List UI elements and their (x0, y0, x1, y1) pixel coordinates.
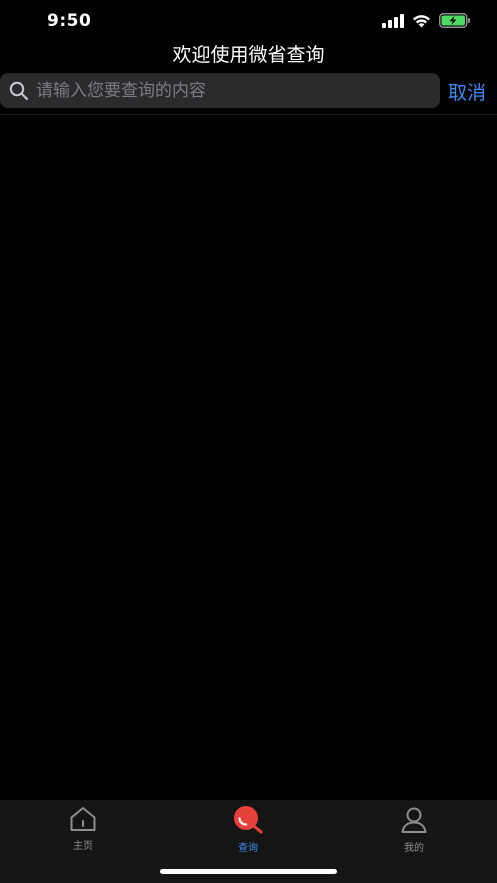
tab-query-label: 查询 (238, 843, 258, 854)
search-bar[interactable] (0, 73, 440, 108)
tab-profile-label: 我的 (404, 843, 424, 854)
profile-icon (399, 806, 429, 834)
search-icon (8, 80, 30, 102)
home-icon (68, 806, 98, 832)
home-indicator (160, 869, 337, 874)
tab-query[interactable]: 查询 (193, 806, 303, 854)
cancel-button[interactable]: 取消 (448, 76, 497, 106)
page-title: 欢迎使用微省查询 (172, 44, 325, 66)
results-area (0, 115, 497, 800)
tab-home-label: 主页 (73, 841, 93, 852)
wifi-icon (412, 13, 431, 32)
battery-charging-icon (439, 12, 471, 32)
tab-home[interactable]: 主页 (28, 806, 138, 852)
cellular-signal-icon (382, 13, 404, 32)
status-icons (382, 12, 471, 32)
status-time: 9:50 (47, 11, 92, 31)
query-icon (233, 806, 263, 834)
search-input[interactable] (30, 73, 440, 108)
tab-profile[interactable]: 我的 (359, 806, 469, 854)
status-bar: 9:50 (0, 0, 497, 44)
